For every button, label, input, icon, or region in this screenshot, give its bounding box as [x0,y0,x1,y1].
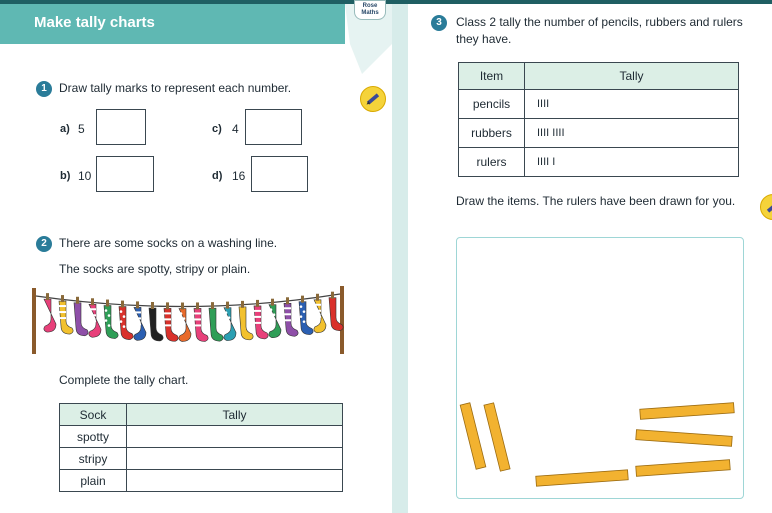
sock-stripy [163,302,179,342]
q1-value-d: 16 [232,169,246,183]
sock-plain [238,300,254,341]
sock-stripy [193,302,209,342]
page-title: Make tally charts [34,14,155,31]
washing-line-illustration [32,286,344,354]
logo: Rose Maths [354,0,386,20]
sock-plain [73,296,89,337]
tally-cell-plain[interactable] [126,469,343,492]
q1-value-b: 10 [78,169,92,183]
ruler [459,402,487,470]
question-number-1: 1 [36,81,52,97]
sock-spotty [118,300,134,340]
question-2-instruction: Complete the tally chart. [59,373,189,387]
table-row: rulers IIII I [458,147,739,177]
sock-stripy [133,301,147,341]
table-row: stripy [59,447,343,470]
table-row: spotty [59,425,343,448]
tally-cell-stripy[interactable] [126,447,343,470]
table-row: plain [59,469,343,492]
item-tally-table: Item Tally pencils IIII rubbers IIII III… [458,62,739,177]
row-label-rulers: rulers [458,147,525,177]
table-header-tally: Tally [524,62,739,90]
row-label-stripy: stripy [59,447,127,470]
row-label-plain: plain [59,469,127,492]
answer-box-a[interactable] [96,109,146,145]
sock-spotty [223,301,237,341]
page-gutter [392,0,408,513]
answer-box-b[interactable] [96,156,154,192]
question-1-prompt: Draw tally marks to represent each numbe… [59,81,292,95]
ruler [535,469,629,487]
q1-label-a: a) [60,123,70,135]
rulers-illustration [459,402,735,487]
q1-value-c: 4 [232,122,239,136]
sock-stripy [313,293,327,334]
tally-cell-spotty[interactable] [126,425,343,448]
table-header-tally: Tally [126,403,343,426]
pencil-icon [360,86,386,112]
tally-rulers: IIII I [524,147,739,177]
sock-spotty [178,302,192,342]
sock-spotty [298,295,314,335]
question-3-instruction: Draw the items. The rulers have been dra… [456,194,736,208]
question-3-prompt: Class 2 tally the number of pencils, rub… [456,15,743,46]
row-label-rubbers: rubbers [458,118,525,148]
q1-label-d: d) [212,170,223,182]
tally-pencils: IIII [524,89,739,119]
sock-stripy [283,297,299,337]
question-2-prompt: There are some socks on a washing line. [59,236,278,250]
question-number-3: 3 [431,15,447,31]
answer-box-c[interactable] [245,109,302,145]
sock-plain [148,301,164,342]
q1-value-a: 5 [78,122,85,136]
row-label-spotty: spotty [59,425,127,448]
sock-tally-table: Sock Tally spotty stripy plain [59,403,343,492]
sock-plain [208,302,224,342]
question-number-2: 2 [36,236,52,252]
ruler [639,402,735,420]
table-header-row: Sock Tally [59,403,343,426]
sock-stripy [253,299,269,340]
table-header-row: Item Tally [458,62,739,90]
table-header-sock: Sock [59,403,127,426]
q1-label-c: c) [212,123,222,135]
sock-spotty [268,298,282,339]
pencil-icon [760,194,772,220]
table-header-item: Item [458,62,525,90]
tally-rubbers: IIII IIII [524,118,739,148]
ruler [635,459,731,477]
row-label-pencils: pencils [458,89,525,119]
sock-stripy [88,298,102,338]
ruler [635,429,733,447]
table-row: pencils IIII [458,89,739,119]
table-row: rubbers IIII IIII [458,118,739,148]
answer-box-d[interactable] [251,156,308,192]
q1-label-b: b) [60,170,71,182]
question-2-prompt-2: The socks are spotty, stripy or plain. [59,262,251,276]
sock-spotty [103,299,119,339]
ruler [483,402,511,472]
